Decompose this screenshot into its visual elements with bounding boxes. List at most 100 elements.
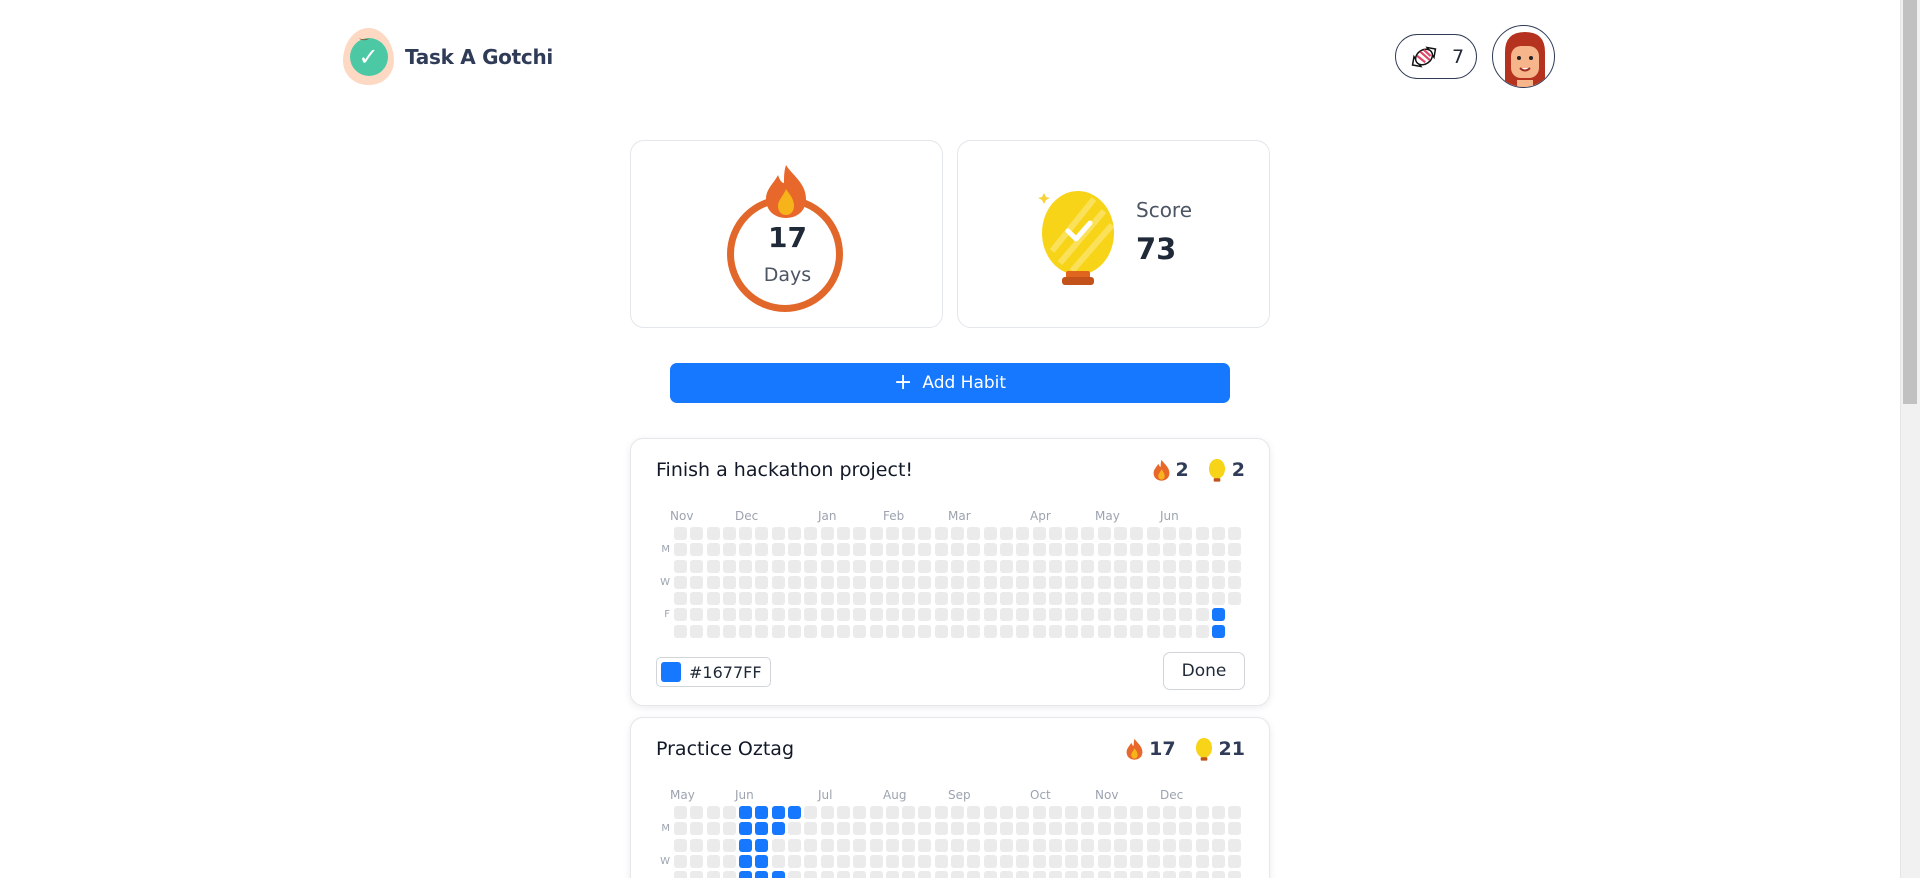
activity-cell: [836, 822, 850, 836]
activity-cell: [706, 575, 720, 589]
score-value: 73: [1136, 232, 1177, 266]
activity-cell: [739, 575, 753, 589]
activity-cell: [1130, 543, 1144, 557]
activity-cell: [739, 592, 753, 606]
activity-cell: [1130, 838, 1144, 852]
activity-cell: [1228, 575, 1242, 589]
golden-egg-icon: [1195, 737, 1212, 761]
activity-cell: [1114, 854, 1128, 868]
activity-cell: [1146, 854, 1160, 868]
activity-cell: [967, 822, 981, 836]
day-label: M: [661, 544, 670, 556]
activity-cell: [1130, 575, 1144, 589]
activity-cell: [885, 543, 899, 557]
activity-cell: [1228, 527, 1242, 540]
done-button[interactable]: Done: [1163, 652, 1245, 690]
score-label: Score: [1136, 198, 1193, 222]
activity-cell: [902, 543, 916, 557]
activity-cell: [788, 806, 802, 819]
activity-cell: [1048, 624, 1062, 638]
activity-cell: [836, 559, 850, 573]
activity-cell: [771, 822, 785, 836]
activity-cell: [934, 559, 948, 573]
activity-cell: [755, 838, 769, 852]
activity-cell: [674, 559, 687, 573]
activity-cell: [1097, 624, 1111, 638]
activity-cell: [1048, 543, 1062, 557]
activity-cell: [951, 822, 965, 836]
month-label: Nov: [1095, 788, 1119, 802]
candy-counter[interactable]: 7: [1395, 34, 1477, 79]
day-label: [656, 806, 670, 819]
activity-cell: [1097, 838, 1111, 852]
scrollbar-thumb[interactable]: [1903, 0, 1917, 404]
activity-cell: [1081, 543, 1095, 557]
activity-cell: [674, 592, 687, 606]
activity-cell: [820, 871, 834, 878]
add-habit-button[interactable]: + Add Habit: [670, 363, 1230, 403]
activity-cell: [902, 608, 916, 622]
activity-cell: [967, 559, 981, 573]
activity-cell: [885, 822, 899, 836]
habit-color-picker[interactable]: #1677FF: [656, 657, 771, 687]
activity-cell: [1179, 527, 1193, 540]
activity-cell: [983, 543, 997, 557]
activity-cell: [1130, 624, 1144, 638]
activity-cell: [999, 575, 1013, 589]
activity-cell: [820, 543, 834, 557]
month-label: Oct: [1030, 788, 1051, 802]
activity-cell: [885, 854, 899, 868]
activity-cell: [1081, 822, 1095, 836]
activity-cell: [1195, 806, 1209, 819]
activity-cell: [967, 624, 981, 638]
activity-cell: [788, 527, 802, 540]
streak-label: Days: [763, 264, 812, 286]
activity-cell: [788, 559, 802, 573]
activity-cell: [869, 575, 883, 589]
activity-cell: [1016, 575, 1030, 589]
day-label: [656, 871, 670, 878]
activity-cell: [1162, 854, 1176, 868]
day-label: [656, 560, 670, 573]
activity-cell: [1211, 624, 1225, 638]
activity-cell: [739, 806, 753, 819]
activity-cell: [1048, 838, 1062, 852]
avatar[interactable]: [1492, 25, 1555, 88]
activity-cell: [690, 806, 704, 819]
activity-cell: [934, 527, 948, 540]
activity-cell: [1032, 575, 1046, 589]
vertical-scrollbar[interactable]: [1900, 0, 1920, 878]
activity-cell: [804, 575, 818, 589]
activity-cell: [1146, 592, 1160, 606]
activity-cell: [1048, 592, 1062, 606]
activity-cell: [1048, 608, 1062, 622]
activity-cell: [1195, 527, 1209, 540]
activity-cell: [722, 806, 736, 819]
activity-cell: [722, 854, 736, 868]
activity-cell: [1146, 527, 1160, 540]
activity-cell: [1114, 624, 1128, 638]
activity-cell: [934, 575, 948, 589]
page: ‿ ✓ Task A Gotchi 7 17 Days Score 73 + A…: [0, 0, 1920, 878]
activity-cell: [1016, 838, 1030, 852]
activity-cell: [1016, 624, 1030, 638]
month-labels: Nov Dec Jan Feb Mar Apr May Jun: [656, 509, 1246, 525]
activity-cell: [1179, 854, 1193, 868]
activity-cell: [755, 592, 769, 606]
activity-cell: [934, 822, 948, 836]
month-label: May: [670, 788, 695, 802]
activity-cell: [853, 559, 867, 573]
activity-cell: [1016, 559, 1030, 573]
activity-cell: [934, 838, 948, 852]
app-logo[interactable]: ‿ ✓ Task A Gotchi: [343, 28, 553, 85]
habit-streak: 17: [1125, 737, 1176, 761]
habit-color-value: #1677FF: [689, 662, 762, 682]
habit-title: Finish a hackathon project!: [656, 459, 914, 481]
activity-cell: [918, 575, 932, 589]
activity-cell: [1097, 575, 1111, 589]
activity-cell: [983, 527, 997, 540]
activity-cell: [853, 592, 867, 606]
activity-cell: [674, 624, 687, 638]
activity-cell: [722, 608, 736, 622]
activity-cell: [918, 871, 932, 878]
